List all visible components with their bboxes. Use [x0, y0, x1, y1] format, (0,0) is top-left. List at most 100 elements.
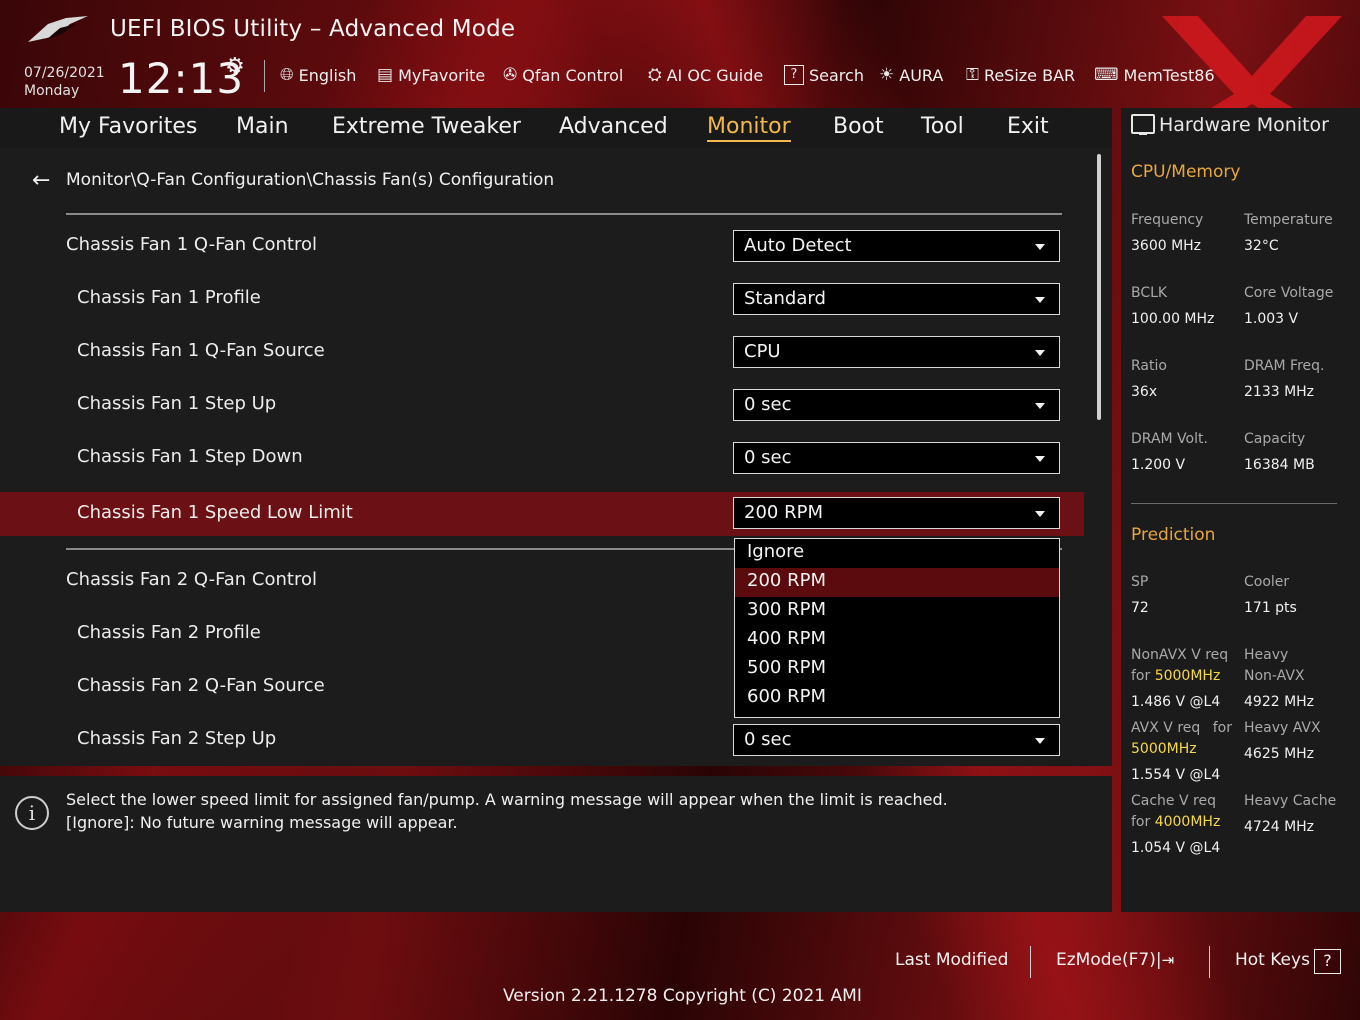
tab-my-favorites[interactable]: My Favorites [59, 114, 197, 139]
setting-label: Chassis Fan 1 Speed Low Limit [77, 502, 353, 523]
ai-oc-guide-label: AI OC Guide [666, 65, 764, 85]
prediction-heading: Prediction [1131, 525, 1216, 545]
option-ignore[interactable]: Ignore [735, 539, 1059, 568]
hardware-monitor-title: Hardware Monitor [1159, 114, 1329, 136]
capacity-label: Capacity [1244, 431, 1306, 447]
language-label: English [298, 65, 357, 85]
capacity-value: 16384 MB [1244, 457, 1315, 473]
fan1-step-up-dropdown[interactable]: 0 sec [733, 389, 1060, 421]
footer-divider [1030, 946, 1031, 978]
cooler-label: Cooler [1244, 574, 1290, 590]
header: UEFI BIOS Utility – Advanced Mode 07/26/… [0, 0, 1360, 108]
speed-low-limit-options-list: Ignore 200 RPM 300 RPM 400 RPM 500 RPM 6… [734, 538, 1060, 718]
setting-label: Chassis Fan 2 Q-Fan Control [66, 569, 317, 590]
scrollbar-thumb[interactable] [1097, 154, 1101, 420]
heavy-label: Heavy [1244, 647, 1289, 663]
fan1-profile-dropdown[interactable]: Standard [733, 283, 1060, 315]
setting-label: Chassis Fan 1 Step Up [77, 393, 277, 414]
main-nav-bar: My Favorites Main Extreme Tweaker Advanc… [0, 108, 1112, 148]
frequency-value: 3600 MHz [1131, 238, 1202, 254]
setting-row-fan1-step-down[interactable]: Chassis Fan 1 Step Down 0 sec [0, 436, 1084, 480]
dropdown-value: Standard [744, 288, 826, 309]
setting-row-fan1-profile[interactable]: Chassis Fan 1 Profile Standard [0, 277, 1084, 321]
option-500-rpm[interactable]: 500 RPM [735, 655, 1059, 684]
day: Monday [24, 83, 80, 99]
option-400-rpm[interactable]: 400 RPM [735, 626, 1059, 655]
qfan-control-label: Qfan Control [522, 65, 624, 85]
aura-label: AURA [899, 65, 944, 85]
bclk-value: 100.00 MHz [1131, 311, 1215, 327]
core-voltage-value: 1.003 V [1244, 311, 1299, 327]
monitor-icon [1131, 114, 1155, 135]
hw-divider [1131, 503, 1337, 504]
back-arrow-icon[interactable]: ← [32, 168, 50, 193]
tab-exit[interactable]: Exit [1007, 114, 1049, 139]
rog-eye-logo-icon [28, 16, 88, 42]
setting-label: Chassis Fan 2 Step Up [77, 728, 277, 749]
tab-boot[interactable]: Boot [833, 114, 884, 139]
caret-down-icon [1035, 297, 1045, 303]
ai-chip-icon: ⛭ [648, 65, 662, 85]
frequency-label: Frequency [1131, 212, 1204, 228]
setting-row-fan1-qfan-control[interactable]: Chassis Fan 1 Q-Fan Control Auto Detect [0, 224, 1084, 268]
nonavx-label: Non-AVX [1244, 668, 1305, 684]
heavy-avx-label: Heavy AVX [1244, 720, 1321, 736]
tab-monitor[interactable]: Monitor [707, 114, 791, 142]
clock-settings-gear-icon[interactable]: ⚙ [225, 54, 245, 79]
fan1-speed-low-limit-dropdown[interactable]: 200 RPM [733, 497, 1060, 529]
fan1-qfan-control-dropdown[interactable]: Auto Detect [733, 230, 1060, 262]
search-button[interactable]: ? Search [784, 64, 864, 86]
setting-row-fan1-qfan-source[interactable]: Chassis Fan 1 Q-Fan Source CPU [0, 330, 1084, 374]
option-600-rpm[interactable]: 600 RPM [735, 684, 1059, 713]
caret-down-icon [1035, 244, 1045, 250]
hot-keys-question-icon[interactable]: ? [1314, 949, 1341, 974]
setting-row-fan1-step-up[interactable]: Chassis Fan 1 Step Up 0 sec [0, 383, 1084, 427]
aura-button[interactable]: ☀ AURA [879, 64, 943, 86]
setting-row-fan1-speed-low-limit[interactable]: Chassis Fan 1 Speed Low Limit 200 RPM [0, 492, 1084, 536]
caret-down-icon [1035, 511, 1045, 517]
setting-row-fan2-step-up[interactable]: Chassis Fan 2 Step Up 0 sec [0, 718, 1084, 762]
cache-for-line: for 4000MHz [1131, 814, 1220, 830]
option-200-rpm[interactable]: 200 RPM [735, 568, 1059, 597]
setting-label: Chassis Fan 1 Q-Fan Control [66, 234, 317, 255]
fan1-step-down-dropdown[interactable]: 0 sec [733, 442, 1060, 474]
myfavorite-button[interactable]: ▤ MyFavorite [377, 64, 485, 86]
aura-light-icon: ☀ [879, 65, 895, 85]
for-label: for [1212, 720, 1232, 736]
hot-keys-button[interactable]: Hot Keys [1235, 950, 1310, 970]
nonavx-target-freq: 5000MHz [1154, 668, 1221, 684]
help-text-line-2: [Ignore]: No future warning message will… [66, 813, 458, 832]
sp-value: 72 [1131, 600, 1149, 616]
ezmode-button[interactable]: EzMode(F7)|⇥ [1056, 950, 1174, 970]
last-modified-button[interactable]: Last Modified [895, 950, 1008, 970]
app-title: UEFI BIOS Utility – Advanced Mode [110, 16, 516, 42]
tab-advanced[interactable]: Advanced [559, 114, 668, 139]
fan2-step-up-dropdown[interactable]: 0 sec [733, 724, 1060, 756]
fan1-qfan-source-dropdown[interactable]: CPU [733, 336, 1060, 368]
sp-label: SP [1131, 574, 1149, 590]
ezmode-label: EzMode(F7)| [1056, 950, 1162, 970]
tab-main[interactable]: Main [236, 114, 289, 139]
qfan-control-button[interactable]: ✇ Qfan Control [503, 64, 623, 86]
dropdown-value: Auto Detect [744, 235, 852, 256]
favorite-list-icon: ▤ [377, 65, 394, 85]
header-divider [264, 60, 265, 92]
resize-bar-label: ReSize BAR [983, 65, 1076, 85]
info-icon: i [15, 796, 49, 830]
option-300-rpm[interactable]: 300 RPM [735, 597, 1059, 626]
setting-label: Chassis Fan 2 Q-Fan Source [77, 675, 325, 696]
tab-extreme-tweaker[interactable]: Extreme Tweaker [332, 114, 521, 139]
ratio-value: 36x [1131, 384, 1158, 400]
dram-freq-label: DRAM Freq. [1244, 358, 1325, 374]
tab-tool[interactable]: Tool [921, 114, 964, 139]
myfavorite-label: MyFavorite [398, 65, 486, 85]
cache-target-freq: 4000MHz [1154, 814, 1221, 830]
language-button[interactable]: 🌐︎ English [280, 64, 356, 86]
caret-down-icon [1035, 456, 1045, 462]
question-box-icon: ? [784, 65, 804, 85]
section-divider [66, 213, 1062, 215]
search-label: Search [809, 65, 864, 85]
resize-bar-button[interactable]: ⚿ ReSize BAR [966, 64, 1075, 86]
avx-vreq-line: AVX V req for [1131, 720, 1232, 736]
ai-oc-guide-button[interactable]: ⛭ AI OC Guide [648, 64, 763, 86]
